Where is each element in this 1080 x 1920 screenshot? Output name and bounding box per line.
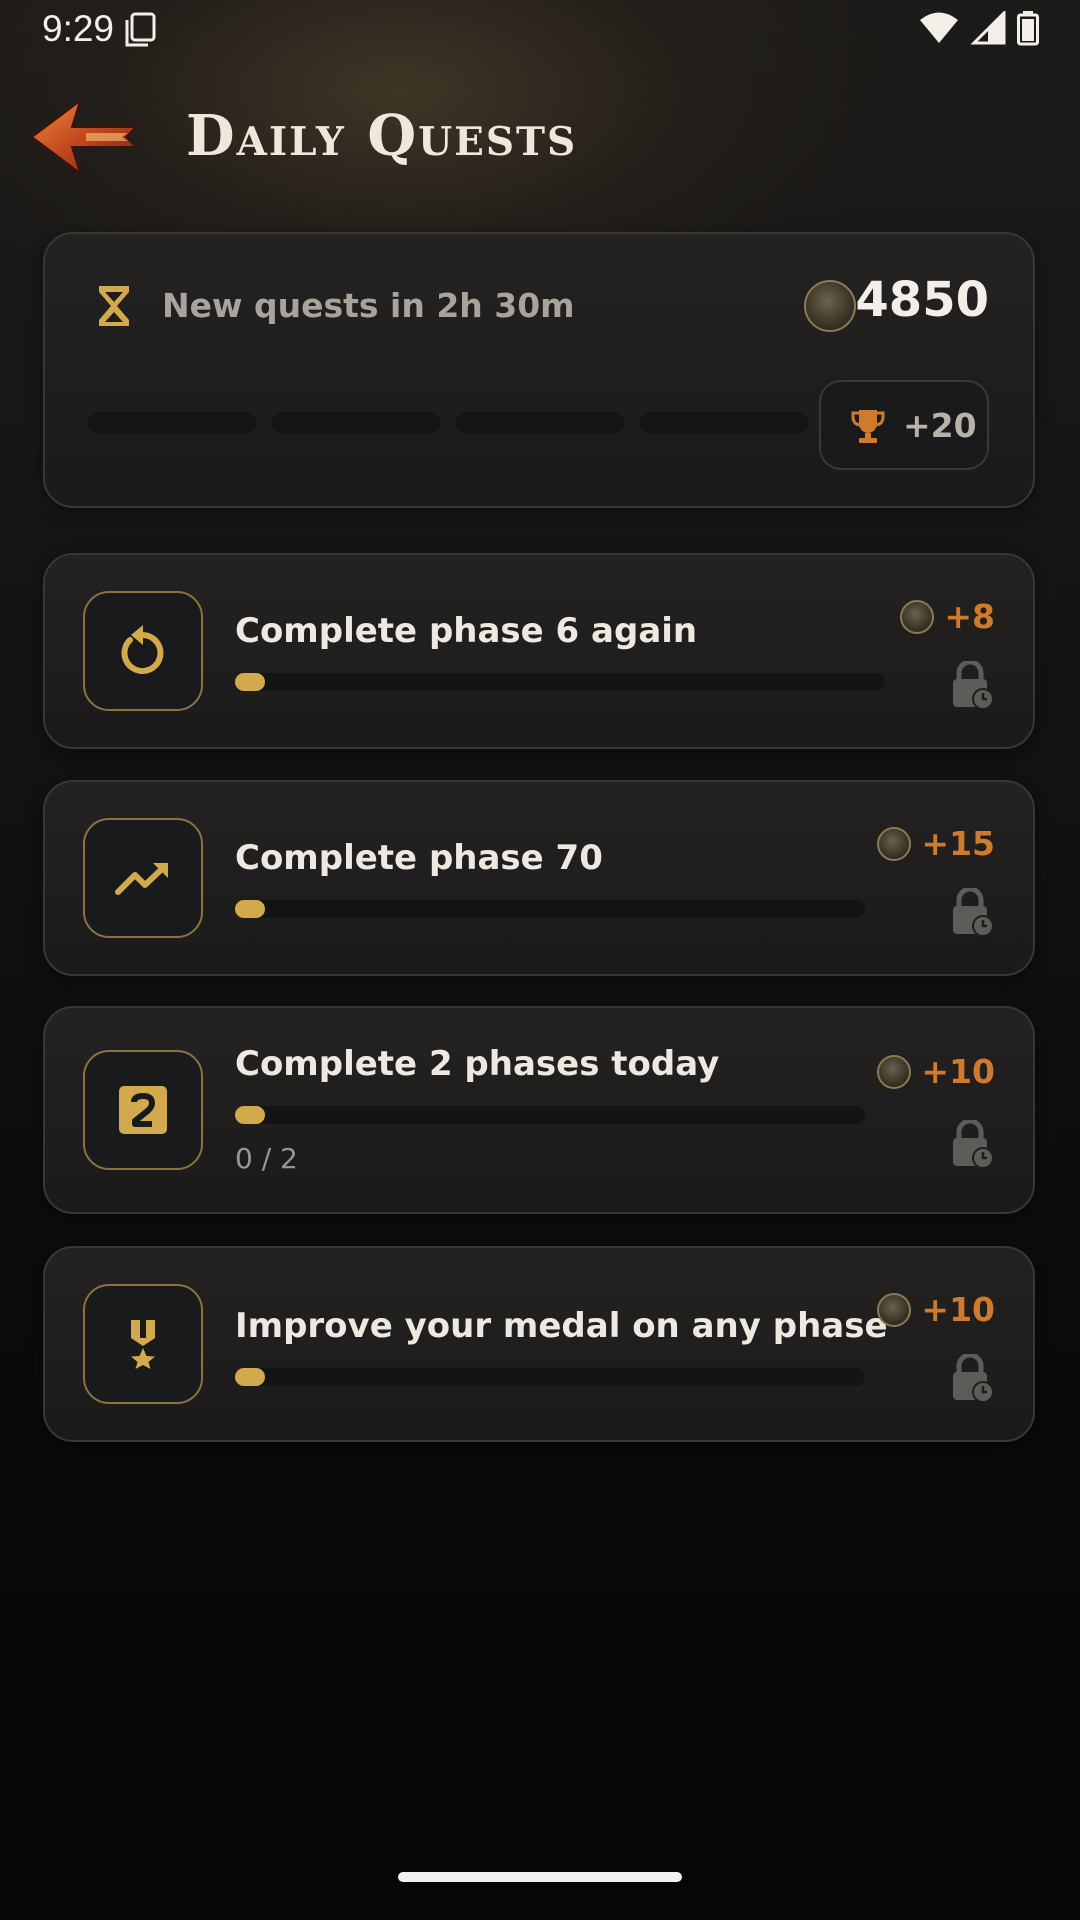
quest-progress-bar xyxy=(235,900,865,918)
quest-progress-fill xyxy=(235,1368,265,1386)
home-indicator[interactable] xyxy=(398,1872,682,1882)
sim-card-icon xyxy=(125,12,156,47)
replay-icon xyxy=(121,625,164,674)
quest-card[interactable]: Complete phase 6 again +8 xyxy=(43,553,1035,749)
quest-progress-fill xyxy=(235,673,265,691)
bonus-reward-value: +20 xyxy=(903,406,977,445)
quest-progress-text: 0 / 2 xyxy=(235,1142,298,1175)
quest-title: Complete 2 phases today xyxy=(235,1044,720,1084)
daily-progress-segments xyxy=(88,412,808,434)
quest-reward-value: +8 xyxy=(944,597,995,636)
quest-card[interactable]: Improve your medal on any phase +10 xyxy=(43,1246,1035,1442)
signal-icon xyxy=(970,11,1006,45)
trending-up-icon xyxy=(115,863,168,895)
quest-summary-card: New quests in 2h 30m 4850 +20 xyxy=(43,232,1035,508)
quest-reward: +8 xyxy=(900,597,995,636)
hourglass-icon xyxy=(99,286,129,326)
quest-reward-value: +10 xyxy=(921,1290,995,1329)
quest-reward: +10 xyxy=(877,1290,995,1329)
progress-segment xyxy=(456,412,624,434)
quest-reward-value: +15 xyxy=(921,824,995,863)
compass-coin-icon xyxy=(804,280,856,332)
header: Daily Quests xyxy=(0,75,1080,195)
bonus-reward-badge[interactable]: +20 xyxy=(819,380,989,470)
trophy-icon xyxy=(851,410,885,443)
refresh-timer-text: New quests in 2h 30m xyxy=(162,286,575,325)
status-bar: 9:29 xyxy=(0,0,1080,60)
quest-card[interactable]: Complete 2 phases today 0 / 2 +10 xyxy=(43,1006,1035,1214)
status-time: 9:29 xyxy=(42,8,115,49)
compass-coin-icon xyxy=(877,826,912,861)
quest-reward: +15 xyxy=(877,824,995,863)
page-title: Daily Quests xyxy=(186,103,578,169)
lock-clock-icon xyxy=(953,1354,994,1403)
progress-segment xyxy=(272,412,440,434)
quest-icon-box xyxy=(83,591,203,711)
quest-title: Complete phase 70 xyxy=(235,838,603,878)
quest-icon-box xyxy=(83,1050,203,1170)
quest-progress-fill xyxy=(235,900,265,918)
lock-clock-icon xyxy=(953,888,994,937)
progress-segment xyxy=(88,412,256,434)
quest-reward-value: +10 xyxy=(921,1052,995,1091)
compass-coin-icon xyxy=(877,1292,912,1327)
progress-segment xyxy=(640,412,808,434)
quest-progress-fill xyxy=(235,1106,265,1124)
lock-clock-icon xyxy=(953,661,994,710)
quest-card[interactable]: Complete phase 70 +15 xyxy=(43,780,1035,976)
quest-icon-box xyxy=(83,1284,203,1404)
quest-progress-bar xyxy=(235,1368,865,1386)
lock-clock-icon xyxy=(953,1120,994,1169)
quest-progress-bar xyxy=(235,1106,865,1124)
back-arrow-icon[interactable] xyxy=(28,87,143,187)
quest-progress-bar xyxy=(235,673,885,691)
wifi-icon xyxy=(920,12,958,43)
number-2-icon xyxy=(119,1086,167,1134)
compass-coin-icon xyxy=(877,1054,912,1089)
battery-icon xyxy=(1017,11,1039,46)
coin-balance: 4850 xyxy=(855,272,989,328)
medal-icon xyxy=(131,1320,155,1369)
quest-reward: +10 xyxy=(877,1052,995,1091)
quest-title: Improve your medal on any phase xyxy=(235,1306,888,1346)
compass-coin-icon xyxy=(900,599,935,634)
quest-icon-box xyxy=(83,818,203,938)
quest-title: Complete phase 6 again xyxy=(235,611,698,651)
